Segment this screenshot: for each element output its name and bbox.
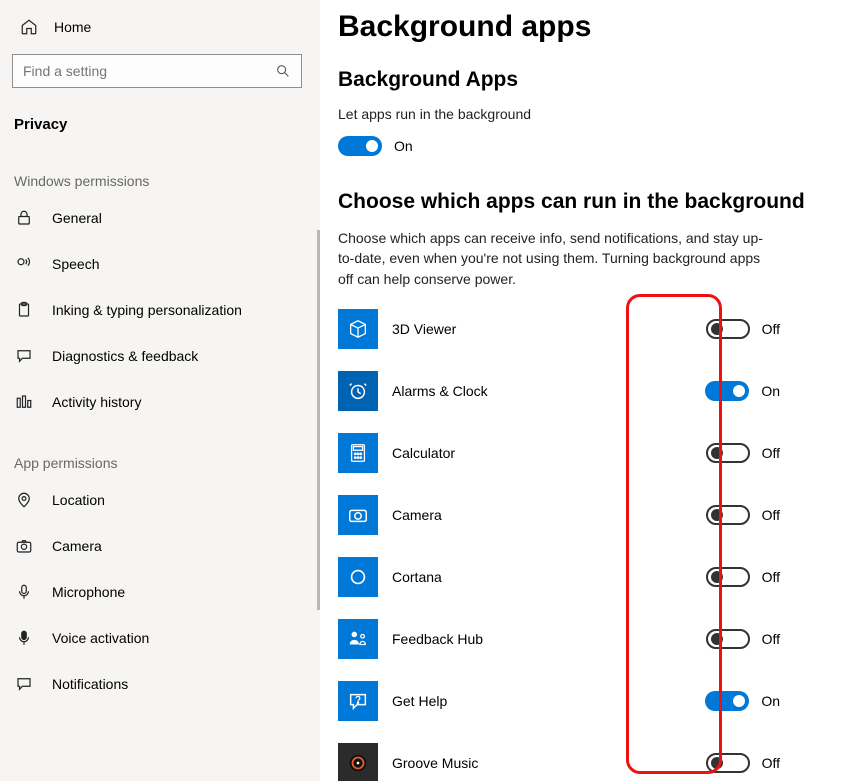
app-row: Get Help On	[338, 681, 820, 721]
sidebar-item-label: Inking & typing personalization	[52, 302, 242, 318]
app-toggle-wrap: Off	[706, 505, 820, 525]
sidebar: Home Privacy Windows permissions General…	[0, 0, 320, 781]
app-toggle-state: Off	[762, 507, 780, 523]
sidebar-item-label: Location	[52, 492, 105, 508]
app-icon	[338, 309, 378, 349]
sidebar-item-voice-activation[interactable]: Voice activation	[0, 615, 320, 661]
search-input-wrap[interactable]	[12, 54, 302, 88]
activity-icon	[14, 392, 34, 412]
app-icon	[338, 743, 378, 781]
search-input[interactable]	[23, 63, 263, 79]
app-name: Feedback Hub	[392, 631, 572, 647]
app-toggle[interactable]	[706, 753, 750, 773]
sidebar-item-label: Notifications	[52, 676, 128, 692]
app-toggle-wrap: Off	[706, 443, 820, 463]
app-toggle-state: Off	[762, 321, 780, 337]
microphone-icon	[14, 582, 34, 602]
sidebar-item-speech[interactable]: Speech	[0, 241, 320, 287]
app-name: Cortana	[392, 569, 572, 585]
section-title: Privacy	[0, 98, 320, 143]
app-row: Calculator Off	[338, 433, 820, 473]
home-label: Home	[54, 19, 91, 35]
sidebar-item-inking[interactable]: Inking & typing personalization	[0, 287, 320, 333]
app-icon	[338, 495, 378, 535]
home-link[interactable]: Home	[0, 10, 320, 44]
app-toggle[interactable]	[706, 505, 750, 525]
app-row: 3D Viewer Off	[338, 309, 820, 349]
app-toggle[interactable]	[706, 319, 750, 339]
speech-icon	[14, 254, 34, 274]
subheading-choose-apps: Choose which apps can run in the backgro…	[338, 190, 820, 214]
app-icon	[338, 433, 378, 473]
app-toggle-state: Off	[762, 631, 780, 647]
app-name: Groove Music	[392, 755, 572, 771]
group-label-windows-permissions: Windows permissions	[0, 143, 320, 195]
sidebar-item-diagnostics[interactable]: Diagnostics & feedback	[0, 333, 320, 379]
master-toggle[interactable]	[338, 136, 382, 156]
app-toggle-state: On	[761, 383, 780, 399]
app-icon	[338, 681, 378, 721]
sidebar-item-notifications[interactable]: Notifications	[0, 661, 320, 707]
app-name: Alarms & Clock	[392, 383, 572, 399]
app-icon	[338, 371, 378, 411]
master-toggle-state: On	[394, 138, 413, 154]
sidebar-item-camera[interactable]: Camera	[0, 523, 320, 569]
app-icon	[338, 557, 378, 597]
sidebar-item-label: General	[52, 210, 102, 226]
app-toggle-wrap: Off	[706, 319, 820, 339]
app-toggle[interactable]	[705, 381, 749, 401]
sidebar-item-label: Speech	[52, 256, 99, 272]
page-title: Background apps	[338, 10, 820, 44]
subheading-background-apps: Background Apps	[338, 68, 820, 92]
app-toggle-state: Off	[762, 755, 780, 771]
app-row: Cortana Off	[338, 557, 820, 597]
choose-apps-desc: Choose which apps can receive info, send…	[338, 228, 778, 289]
sidebar-item-activity[interactable]: Activity history	[0, 379, 320, 425]
app-toggle-state: On	[761, 693, 780, 709]
app-row: Alarms & Clock On	[338, 371, 820, 411]
app-name: Calculator	[392, 445, 572, 461]
app-toggle[interactable]	[705, 691, 749, 711]
search-icon	[275, 63, 291, 79]
app-list: 3D Viewer Off Alarms & Clock On Calculator Of…	[338, 309, 820, 781]
home-icon	[20, 18, 38, 36]
clipboard-icon	[14, 300, 34, 320]
app-toggle-wrap: On	[705, 691, 820, 711]
app-toggle-wrap: On	[705, 381, 820, 401]
feedback-icon	[14, 346, 34, 366]
sidebar-item-location[interactable]: Location	[0, 477, 320, 523]
group-label-app-permissions: App permissions	[0, 425, 320, 477]
lock-icon	[14, 208, 34, 228]
sidebar-item-label: Microphone	[52, 584, 125, 600]
app-row: Groove Music Off	[338, 743, 820, 781]
sidebar-item-label: Voice activation	[52, 630, 149, 646]
sidebar-item-microphone[interactable]: Microphone	[0, 569, 320, 615]
app-row: Camera Off	[338, 495, 820, 535]
camera-icon	[14, 536, 34, 556]
app-name: 3D Viewer	[392, 321, 572, 337]
app-toggle[interactable]	[706, 567, 750, 587]
sidebar-item-general[interactable]: General	[0, 195, 320, 241]
app-toggle[interactable]	[706, 443, 750, 463]
sidebar-item-label: Diagnostics & feedback	[52, 348, 198, 364]
app-icon	[338, 619, 378, 659]
app-toggle-state: Off	[762, 569, 780, 585]
sidebar-item-label: Activity history	[52, 394, 141, 410]
app-toggle-state: Off	[762, 445, 780, 461]
app-toggle[interactable]	[706, 629, 750, 649]
voice-activation-icon	[14, 628, 34, 648]
app-toggle-wrap: Off	[706, 753, 820, 773]
app-name: Camera	[392, 507, 572, 523]
app-row: Feedback Hub Off	[338, 619, 820, 659]
app-toggle-wrap: Off	[706, 629, 820, 649]
sidebar-item-label: Camera	[52, 538, 102, 554]
app-toggle-wrap: Off	[706, 567, 820, 587]
main-content: Background apps Background Apps Let apps…	[320, 0, 848, 781]
let-apps-text: Let apps run in the background	[338, 106, 820, 122]
location-icon	[14, 490, 34, 510]
notifications-icon	[14, 674, 34, 694]
app-name: Get Help	[392, 693, 572, 709]
